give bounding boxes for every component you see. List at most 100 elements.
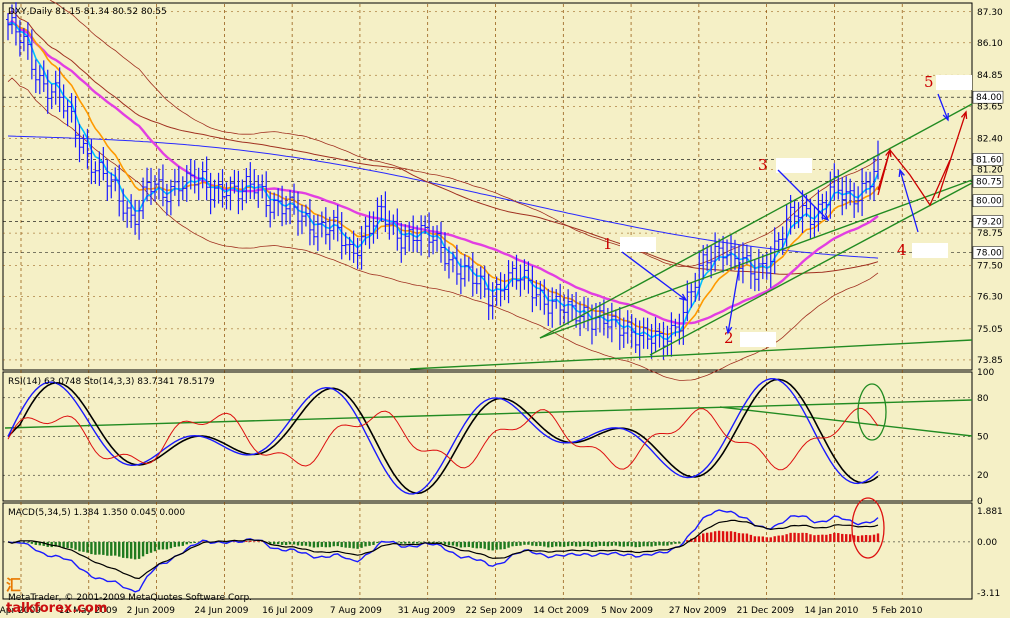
price-tick-label: 84.85	[977, 71, 1003, 81]
x-tick-label: 21 Dec 2009	[737, 606, 795, 616]
macd-histogram-bar	[733, 531, 737, 542]
macd-histogram-bar	[86, 541, 89, 553]
macd-histogram-bar	[737, 533, 741, 542]
osc-tick-label: 50	[977, 433, 989, 443]
macd-histogram-bar	[177, 541, 181, 547]
macd-histogram-bar	[495, 541, 498, 550]
macd-histogram-bar	[634, 541, 637, 548]
macd-histogram-bar	[670, 541, 673, 545]
macd-histogram-bar	[467, 541, 471, 548]
macd-histogram-bar	[654, 541, 657, 546]
macd-histogram-bar	[78, 541, 81, 552]
macd-histogram-bar	[443, 541, 447, 545]
macd-histogram-bar	[292, 541, 296, 545]
macd-histogram-bar	[825, 534, 828, 542]
x-tick-label: 24 Jun 2009	[194, 606, 248, 616]
macd-histogram-bar	[312, 541, 316, 548]
macd-histogram-bar	[324, 541, 328, 548]
macd-histogram-bar	[777, 535, 780, 542]
x-tick-label: 27 Nov 2009	[669, 606, 727, 616]
macd-histogram-bar	[765, 537, 768, 542]
macd-histogram-bar	[447, 541, 451, 546]
macd-histogram-bar	[785, 534, 788, 542]
macd-histogram-bar	[459, 541, 463, 548]
macd-histogram-bar	[153, 541, 157, 552]
macd-histogram-bar	[713, 531, 717, 542]
macd-histogram-bar	[558, 541, 562, 547]
price-tick-label: 75.05	[977, 325, 1003, 335]
macd-histogram-bar	[721, 531, 725, 542]
price-tick-label: 76.30	[977, 293, 1003, 303]
x-tick-label: 16 Jul 2009	[262, 606, 313, 616]
macd-histogram-bar	[129, 541, 133, 559]
price-tick-label: 81.20	[977, 166, 1003, 176]
macd-histogram-bar	[479, 541, 482, 549]
macd-histogram-bar	[829, 533, 832, 542]
macd-histogram-bar	[515, 541, 518, 546]
macd-histogram-bar	[336, 541, 339, 547]
macd-histogram-bar	[555, 541, 558, 547]
macd-histogram-bar	[856, 535, 860, 542]
wave-label: 1	[603, 235, 613, 253]
macd-histogram-bar	[344, 541, 347, 548]
macd-histogram-bar	[809, 534, 812, 542]
x-tick-label: 22 Sep 2009	[466, 606, 523, 616]
macd-histogram-bar	[296, 541, 300, 546]
macd-histogram-bar	[106, 541, 109, 556]
macd-histogram-bar	[658, 541, 661, 546]
level-tag-label: 84.00	[976, 93, 1002, 103]
macd-histogram-bar	[646, 541, 649, 547]
macd-histogram-bar	[709, 532, 713, 542]
macd-histogram-bar	[797, 533, 800, 542]
macd-histogram-bar	[70, 541, 73, 549]
macd-histogram-bar	[491, 541, 494, 551]
macd-tick-label: 0.00	[977, 538, 997, 548]
price-panel-title: DXY,Daily 81.15 81.34 80.52 80.55	[8, 7, 167, 17]
macd-histogram-bar	[300, 541, 304, 546]
macd-histogram-bar	[507, 541, 510, 548]
macd-histogram-bar	[638, 541, 641, 548]
macd-histogram-bar	[110, 541, 113, 556]
macd-histogram-bar	[412, 541, 415, 544]
macd-histogram-bar	[74, 541, 77, 550]
macd-histogram-bar	[328, 541, 331, 548]
x-tick-label: 14 Oct 2009	[533, 606, 589, 616]
macd-histogram-bar	[586, 541, 590, 547]
macd-histogram-bar	[868, 535, 872, 542]
macd-histogram-bar	[523, 541, 526, 545]
macd-histogram-bar	[833, 532, 836, 542]
macd-histogram-bar	[650, 541, 653, 547]
macd-histogram-bar	[348, 541, 351, 548]
macd-histogram-bar	[793, 532, 796, 542]
macd-tick-label: -3.11	[977, 589, 1000, 599]
macd-histogram-bar	[483, 541, 486, 549]
macd-histogram-bar	[582, 541, 586, 546]
wave-label-box	[620, 237, 656, 252]
macd-histogram-bar	[503, 541, 506, 550]
macd-histogram-bar	[165, 541, 169, 550]
macd-histogram-bar	[757, 536, 761, 542]
osc-tick-label: 80	[977, 394, 989, 404]
wave-label-box	[912, 243, 948, 258]
macd-histogram-bar	[368, 541, 371, 546]
macd-histogram-bar	[745, 533, 749, 542]
macd-histogram-bar	[451, 541, 455, 546]
price-tick-label: 86.10	[977, 39, 1003, 49]
x-tick-label: 31 Aug 2009	[398, 606, 456, 616]
macd-histogram-bar	[102, 541, 105, 555]
macd-histogram-bar	[574, 541, 578, 547]
macd-histogram-bar	[141, 541, 145, 557]
macd-histogram-bar	[181, 541, 184, 546]
macd-histogram-bar	[257, 541, 260, 542]
macd-histogram-bar	[598, 541, 602, 546]
macd-histogram-bar	[332, 541, 335, 547]
price-tick-label: 77.50	[977, 261, 1003, 271]
wave-label-box	[936, 75, 972, 90]
macd-histogram-bar	[841, 533, 844, 542]
x-tick-label: 5 Feb 2010	[872, 606, 923, 616]
macd-histogram-bar	[622, 541, 625, 547]
wave-label: 5	[924, 73, 934, 91]
price-tick-label: 73.85	[977, 356, 1003, 366]
macd-histogram-bar	[276, 541, 280, 545]
macd-histogram-bar	[594, 541, 598, 547]
